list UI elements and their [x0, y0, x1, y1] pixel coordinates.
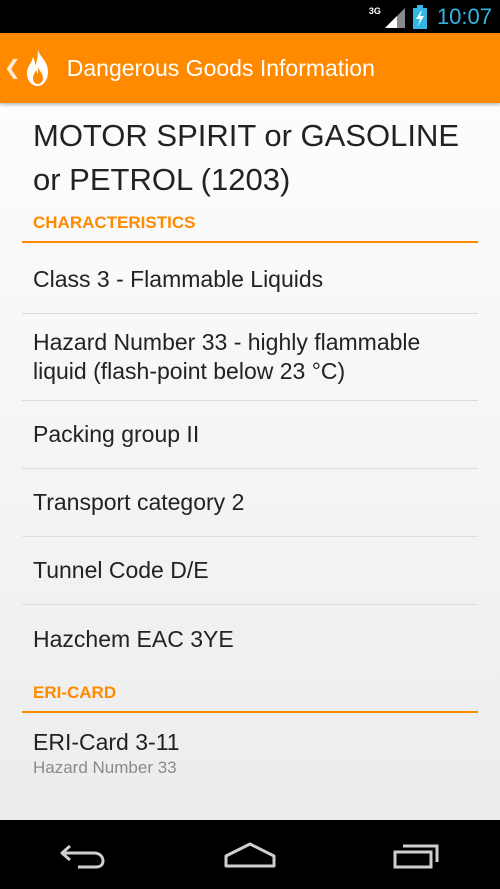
- list-item-transport-category[interactable]: Transport category 2: [22, 469, 478, 537]
- list-item-label: Hazard Number 33 - highly flammable liqu…: [33, 329, 421, 384]
- section-header-characteristics: CHARACTERISTICS: [22, 213, 478, 243]
- recents-button[interactable]: [382, 830, 452, 880]
- list-item-class[interactable]: Class 3 - Flammable Liquids: [22, 246, 478, 314]
- section-header-eri-card: ERI-CARD: [22, 683, 478, 713]
- list-item-eri-card[interactable]: ERI-Card 3-11 Hazard Number 33: [22, 716, 478, 790]
- home-icon: [224, 842, 276, 867]
- home-button[interactable]: [215, 830, 285, 880]
- up-navigation-button[interactable]: ❮: [0, 33, 61, 103]
- navigation-bar: [0, 820, 500, 889]
- list-item-packing-group[interactable]: Packing group II: [22, 401, 478, 469]
- list-item-label: ERI-Card 3-11: [33, 728, 180, 755]
- chevron-left-icon: ❮: [4, 57, 21, 79]
- back-button[interactable]: [48, 830, 118, 880]
- content-area: MOTOR SPIRIT or GASOLINE or PETROL (1203…: [0, 103, 500, 820]
- list-item-tunnel-code[interactable]: Tunnel Code D/E: [22, 537, 478, 605]
- product-title: MOTOR SPIRIT or GASOLINE or PETROL (1203…: [33, 118, 460, 197]
- action-bar-title: Dangerous Goods Information: [66, 54, 375, 81]
- status-icons: 3G 10:07: [369, 4, 492, 30]
- list-item-hazard-number[interactable]: Hazard Number 33 - highly flammable liqu…: [22, 314, 478, 401]
- list-item-label: Packing group II: [33, 421, 200, 447]
- list-item-label: Tunnel Code D/E: [33, 557, 209, 583]
- list-item-sublabel: Hazard Number 33: [33, 757, 177, 777]
- list-item-label: Transport category 2: [33, 489, 245, 515]
- list-item-label: Class 3 - Flammable Liquids: [33, 266, 324, 292]
- list-item-label: Hazchem EAC 3YE: [33, 625, 234, 652]
- signal-icon: [384, 8, 405, 28]
- battery-charging-icon: [412, 5, 427, 29]
- flame-icon: [26, 50, 48, 86]
- clock: 10:07: [436, 4, 492, 29]
- network-type-label: 3G: [368, 6, 381, 16]
- action-bar: ❮ Dangerous Goods Information: [0, 33, 500, 103]
- back-icon: [60, 844, 105, 868]
- list-item-hazchem[interactable]: Hazchem EAC 3YE: [22, 605, 478, 673]
- recents-icon: [393, 844, 439, 868]
- status-bar: 3G 10:07: [0, 0, 500, 33]
